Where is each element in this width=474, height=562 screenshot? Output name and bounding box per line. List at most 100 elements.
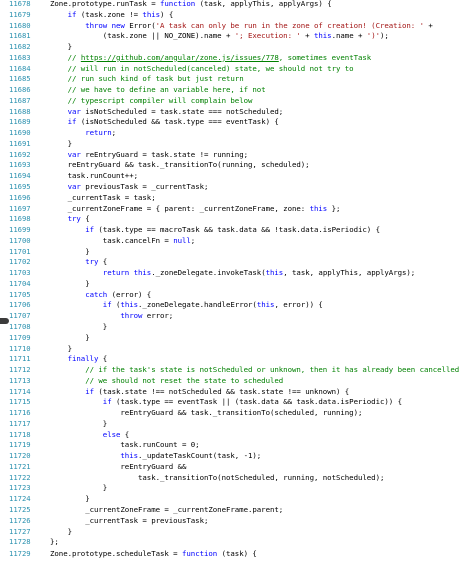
code-line[interactable]: 11712 // if the task's state is notSched… — [0, 365, 474, 376]
code-text[interactable]: reEntryGuard && task._transitionTo(runni… — [50, 160, 310, 171]
code-text[interactable]: _currentZoneFrame = { parent: _currentZo… — [50, 204, 341, 215]
code-line[interactable]: 11711 finally { — [0, 354, 474, 365]
code-text[interactable]: reEntryGuard && — [50, 462, 186, 473]
code-text[interactable]: var isNotScheduled = task.state === notS… — [50, 107, 284, 118]
code-text[interactable]: _currentTask = previousTask; — [50, 516, 208, 527]
code-text[interactable]: reEntryGuard && task._transitionTo(sched… — [50, 408, 362, 419]
code-text[interactable]: } — [50, 494, 89, 505]
code-line[interactable]: 11701 } — [0, 247, 474, 258]
code-text[interactable]: task._transitionTo(notScheduled, running… — [50, 473, 384, 484]
code-text[interactable]: } — [50, 527, 72, 538]
code-text[interactable]: try { — [50, 257, 107, 268]
code-line[interactable]: 11708 } — [0, 322, 474, 333]
code-line[interactable]: 11691 } — [0, 139, 474, 150]
code-text[interactable]: finally { — [50, 354, 108, 365]
code-text[interactable]: // run such kind of task but just return — [50, 74, 244, 85]
code-line[interactable]: 11710 } — [0, 344, 474, 355]
code-text[interactable]: if (task.zone != this) { — [50, 10, 174, 21]
code-line[interactable]: 11680 throw new Error('A task can only b… — [0, 21, 474, 32]
code-line[interactable]: 11705 catch (error) { — [0, 290, 474, 301]
code-line[interactable]: 11695 var previousTask = _currentTask; — [0, 182, 474, 193]
code-text[interactable]: _currentTask = task; — [50, 193, 156, 204]
code-text[interactable]: task.cancelFn = null; — [50, 236, 195, 247]
code-text[interactable]: // we should not reset the state to sche… — [50, 376, 283, 387]
code-line[interactable]: 11700 task.cancelFn = null; — [0, 236, 474, 247]
code-text[interactable]: catch (error) { — [50, 290, 151, 301]
code-line[interactable]: 11689 if (isNotScheduled && task.type ==… — [0, 117, 474, 128]
code-text[interactable]: task.runCount++; — [50, 171, 138, 182]
code-line[interactable]: 11686 // we have to define an variable h… — [0, 85, 474, 96]
code-text[interactable]: _currentZoneFrame = _currentZoneFrame.pa… — [50, 505, 283, 516]
code-line[interactable]: 11729 Zone.prototype.scheduleTask = funct… — [0, 548, 474, 559]
code-line[interactable]: 11692 var reEntryGuard = task.state != r… — [0, 150, 474, 161]
code-line[interactable]: 11726 _currentTask = previousTask; — [0, 516, 474, 527]
code-text[interactable]: } — [50, 322, 107, 333]
code-line[interactable]: 11717 } — [0, 419, 474, 430]
code-text[interactable]: throw error; — [50, 311, 173, 322]
code-text[interactable]: if (task.type == eventTask || (task.data… — [50, 397, 402, 408]
code-text[interactable]: (task.zone || NO_ZONE).name + '; Executi… — [50, 31, 389, 42]
code-line[interactable]: 11715 if (task.type == eventTask || (tas… — [0, 397, 474, 408]
code-text[interactable]: // if the task's state is notScheduled o… — [50, 365, 459, 376]
code-text[interactable]: task.runCount = 0; — [50, 440, 199, 451]
code-editor[interactable]: 11678 Zone.prototype.runTask = function (… — [0, 0, 474, 562]
code-text[interactable]: } — [50, 344, 72, 355]
code-line[interactable]: 11704 } — [0, 279, 474, 290]
code-line[interactable]: 11694 task.runCount++; — [0, 171, 474, 182]
code-text[interactable]: // https://github.com/angular/zone.js/is… — [50, 53, 372, 64]
code-line[interactable]: 11685 // run such kind of task but just … — [0, 74, 474, 85]
code-line[interactable]: 11690 return; — [0, 128, 474, 139]
code-line[interactable]: 11709 } — [0, 333, 474, 344]
code-text[interactable]: // will run in notScheduled(canceled) st… — [50, 64, 354, 75]
code-line[interactable]: 11706 if (this._zoneDelegate.handleError… — [0, 300, 474, 311]
code-line[interactable]: 11703 return this._zoneDelegate.invokeTa… — [0, 268, 474, 279]
code-line[interactable]: 11721 reEntryGuard && — [0, 462, 474, 473]
code-text[interactable]: // typescript compiler will complain bel… — [50, 96, 253, 107]
code-text[interactable]: if (isNotScheduled && task.type === even… — [50, 117, 279, 128]
code-text[interactable]: var reEntryGuard = task.state != running… — [50, 150, 248, 161]
code-line[interactable]: 11697 _currentZoneFrame = { parent: _cur… — [0, 204, 474, 215]
code-line[interactable]: 11696 _currentTask = task; — [0, 193, 474, 204]
code-text[interactable]: } — [50, 247, 89, 258]
code-line[interactable]: 11723 } — [0, 483, 474, 494]
code-line[interactable]: 11718 else { — [0, 430, 474, 441]
code-line[interactable]: 11728}; — [0, 537, 474, 548]
code-line[interactable]: 11722 task._transitionTo(notScheduled, r… — [0, 473, 474, 484]
code-line[interactable]: 11702 try { — [0, 257, 474, 268]
code-line[interactable]: 11698 try { — [0, 214, 474, 225]
code-text[interactable]: var previousTask = _currentTask; — [50, 182, 209, 193]
code-text[interactable]: } — [50, 333, 89, 344]
code-text[interactable]: } — [50, 483, 107, 494]
code-text[interactable]: throw new Error('A task can only be run … — [50, 21, 433, 32]
code-line[interactable]: 11714 if (task.state !== notScheduled &&… — [0, 387, 474, 398]
code-text[interactable]: } — [50, 419, 107, 430]
code-line[interactable]: 11682 } — [0, 42, 474, 53]
code-line[interactable]: 11688 var isNotScheduled = task.state ==… — [0, 107, 474, 118]
code-text[interactable]: this._updateTaskCount(task, -1); — [50, 451, 261, 462]
code-text[interactable]: if (task.state !== notScheduled && task.… — [50, 387, 349, 398]
code-text[interactable]: }; — [50, 537, 59, 548]
code-line[interactable]: 11716 reEntryGuard && task._transitionTo… — [0, 408, 474, 419]
code-text[interactable]: if (this._zoneDelegate.handleError(this,… — [50, 300, 323, 311]
code-text[interactable]: Zone.prototype.runTask = function (task,… — [50, 0, 332, 10]
code-text[interactable]: } — [50, 139, 72, 150]
code-text[interactable]: if (task.type == macroTask && task.data … — [50, 225, 380, 236]
code-line[interactable]: 11679 if (task.zone != this) { — [0, 10, 474, 21]
code-text[interactable]: else { — [50, 430, 129, 441]
code-line[interactable]: 11725 _currentZoneFrame = _currentZoneFr… — [0, 505, 474, 516]
code-line[interactable]: 11724 } — [0, 494, 474, 505]
code-line[interactable]: 11719 task.runCount = 0; — [0, 440, 474, 451]
code-line[interactable]: 11683 // https://github.com/angular/zone… — [0, 53, 474, 64]
code-line[interactable]: 11720 this._updateTaskCount(task, -1); — [0, 451, 474, 462]
code-line[interactable]: 11707 throw error; — [0, 311, 474, 322]
code-line[interactable]: 11699 if (task.type == macroTask && task… — [0, 225, 474, 236]
code-line[interactable]: 11681 (task.zone || NO_ZONE).name + '; E… — [0, 31, 474, 42]
code-text[interactable]: } — [50, 42, 72, 53]
code-line[interactable]: 11684 // will run in notScheduled(cancel… — [0, 64, 474, 75]
code-text[interactable]: // we have to define an variable here, i… — [50, 85, 266, 96]
code-line[interactable]: 11687 // typescript compiler will compla… — [0, 96, 474, 107]
code-text[interactable]: return; — [50, 128, 116, 139]
code-text[interactable]: try { — [50, 214, 90, 225]
code-line[interactable]: 11693 reEntryGuard && task._transitionTo… — [0, 160, 474, 171]
code-line[interactable]: 11713 // we should not reset the state t… — [0, 376, 474, 387]
